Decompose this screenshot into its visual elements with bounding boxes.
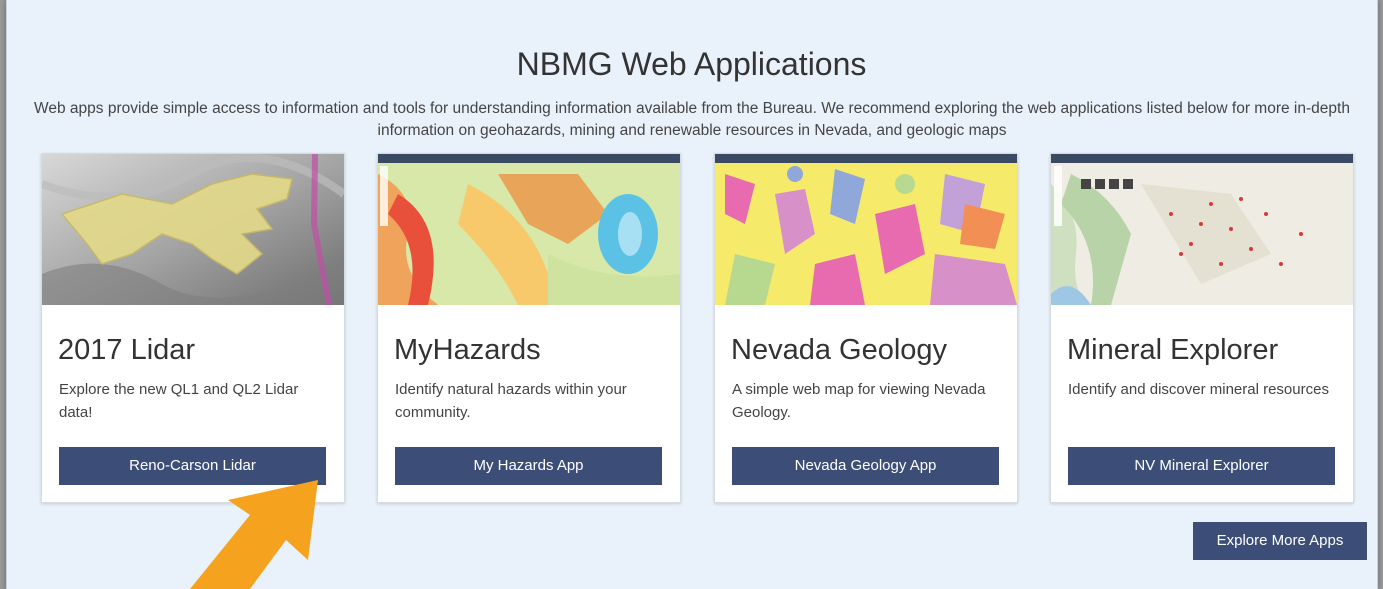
- card-description: Identify natural hazards within your com…: [395, 381, 627, 421]
- card-title: Mineral Explorer: [1067, 334, 1279, 366]
- mineral-explorer-thumbnail[interactable]: [1051, 154, 1353, 305]
- app-card-lidar: 2017 Lidar Explore the new QL1 and QL2 L…: [41, 153, 345, 503]
- card-title: 2017 Lidar: [58, 334, 196, 366]
- app-card-mineral-explorer: Mineral Explorer Identify and discover m…: [1050, 153, 1354, 503]
- card-description: Explore the new QL1 and QL2 Lidar data!: [59, 381, 299, 421]
- arrow-up-icon: [190, 480, 318, 589]
- explore-more-apps-button[interactable]: Explore More Apps: [1193, 522, 1367, 560]
- card-description: Identify and discover mineral resources: [1068, 381, 1329, 398]
- nv-mineral-explorer-button[interactable]: NV Mineral Explorer: [1068, 447, 1335, 485]
- app-card-myhazards: MyHazards Identify natural hazards withi…: [377, 153, 681, 503]
- nevada-geology-thumbnail[interactable]: [715, 154, 1017, 305]
- card-description: A simple web map for viewing Nevada Geol…: [732, 381, 986, 421]
- page-title: NBMG Web Applications: [516, 46, 867, 82]
- my-hazards-app-button[interactable]: My Hazards App: [395, 447, 662, 485]
- card-title: MyHazards: [394, 334, 541, 366]
- myhazards-thumbnail[interactable]: [378, 154, 680, 305]
- lidar-thumbnail[interactable]: [42, 154, 344, 305]
- app-card-nevada-geology: Nevada Geology A simple web map for view…: [714, 153, 1018, 503]
- nevada-geology-app-button[interactable]: Nevada Geology App: [732, 447, 999, 485]
- card-title: Nevada Geology: [731, 334, 948, 366]
- page-subtitle: Web apps provide simple access to inform…: [34, 100, 1350, 139]
